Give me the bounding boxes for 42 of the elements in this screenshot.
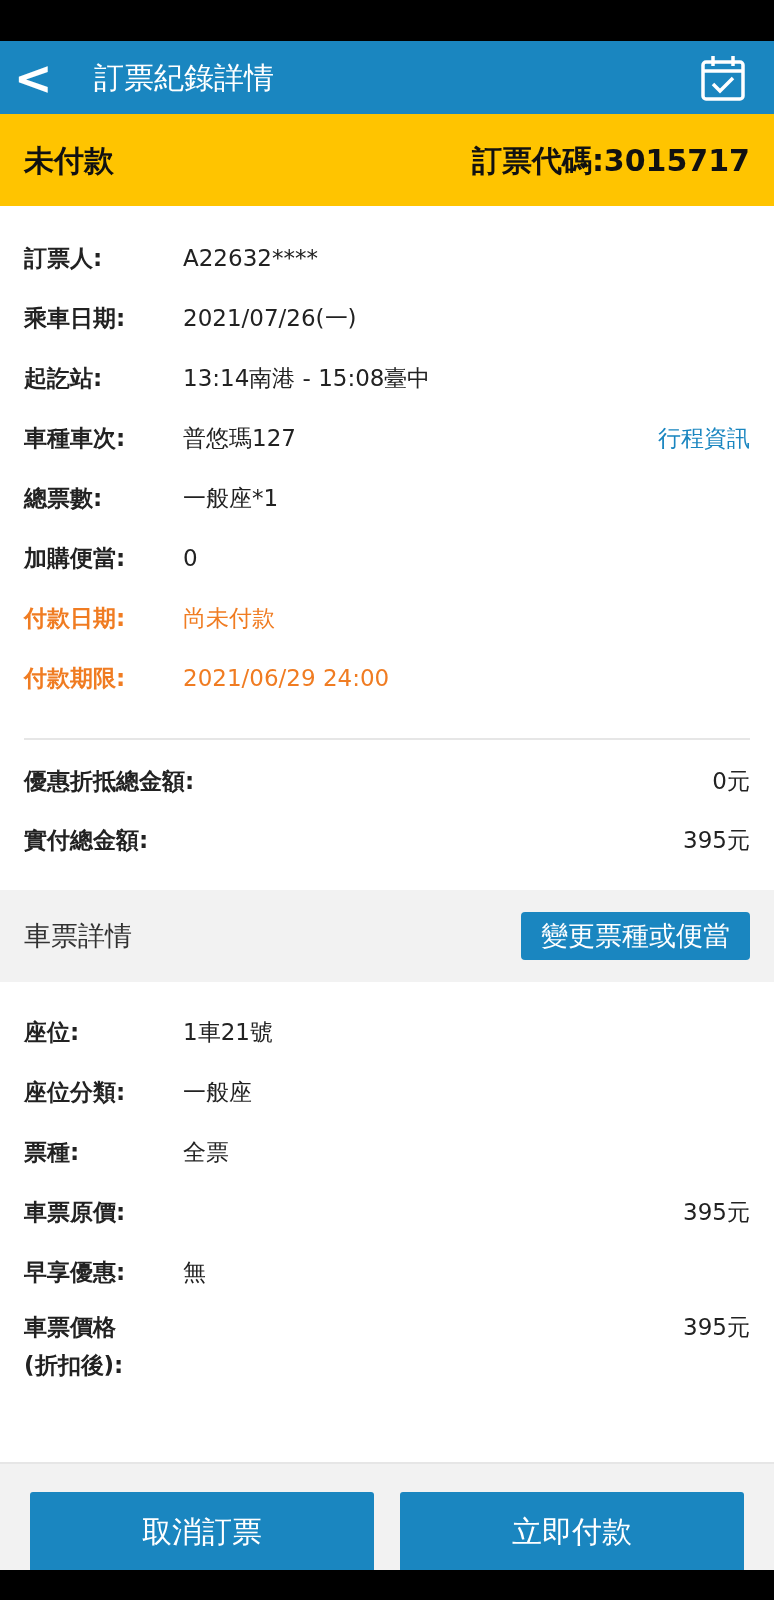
change-ticket-button[interactable]: 變更票種或便當 [521,912,750,960]
field-label: 車票原價: [24,1198,127,1227]
field-label: 車票價格 (折扣後): [24,1313,125,1380]
booking-code: 訂票代碼:3015717 [471,141,750,180]
field-label: 訂票人: [24,243,104,273]
field-value: 普悠瑪127 [183,423,297,453]
field-label: 座位分類: [24,1078,127,1107]
trip-info-link[interactable]: 行程資訊 [658,420,750,456]
field-value: 0 [183,543,199,573]
field-label: 乘車日期: [24,303,127,333]
field-label: 起訖站: [24,363,104,393]
field-label: 早享優惠: [24,1258,127,1287]
total-label: 實付總金額: [24,826,149,856]
field-value: 尚未付款 [183,603,276,633]
field-value: 2021/07/26(一) [183,303,358,333]
field-label: 座位: [24,1018,81,1047]
total-value: 395元 [683,826,750,856]
field-value: 395元 [682,1313,750,1342]
field-label: 總票數: [24,483,104,513]
field-value: 全票 [183,1138,230,1167]
field-label: 車種車次: [24,423,127,453]
field-value: 395元 [682,1198,750,1227]
payment-status: 未付款 [24,141,114,180]
total-label: 優惠折抵總金額: [24,767,195,797]
field-value: 一般座 [183,1078,253,1107]
action-button[interactable]: 立即付款 [400,1492,744,1570]
total-value: 0元 [712,767,750,797]
field-label: 票種: [24,1138,81,1167]
section-title: 車票詳情 [24,918,132,953]
field-value: 2021/06/29 24:00 [183,663,391,693]
field-label: 加購便當: [24,543,127,573]
field-label: 付款期限: [24,663,127,693]
page-title: 訂票紀錄詳情 [94,59,275,97]
field-value: 13:14南港 - 15:08臺中 [183,363,432,393]
calendar-check-icon[interactable] [700,53,746,102]
field-label: 付款日期: [24,603,127,633]
field-value: 1車21號 [183,1018,274,1047]
field-value: A22632**** [183,243,319,273]
field-value: 無 [183,1258,207,1287]
field-value: 一般座*1 [183,483,280,513]
action-button[interactable]: 取消訂票 [30,1492,374,1570]
back-button[interactable]: < [14,54,74,101]
